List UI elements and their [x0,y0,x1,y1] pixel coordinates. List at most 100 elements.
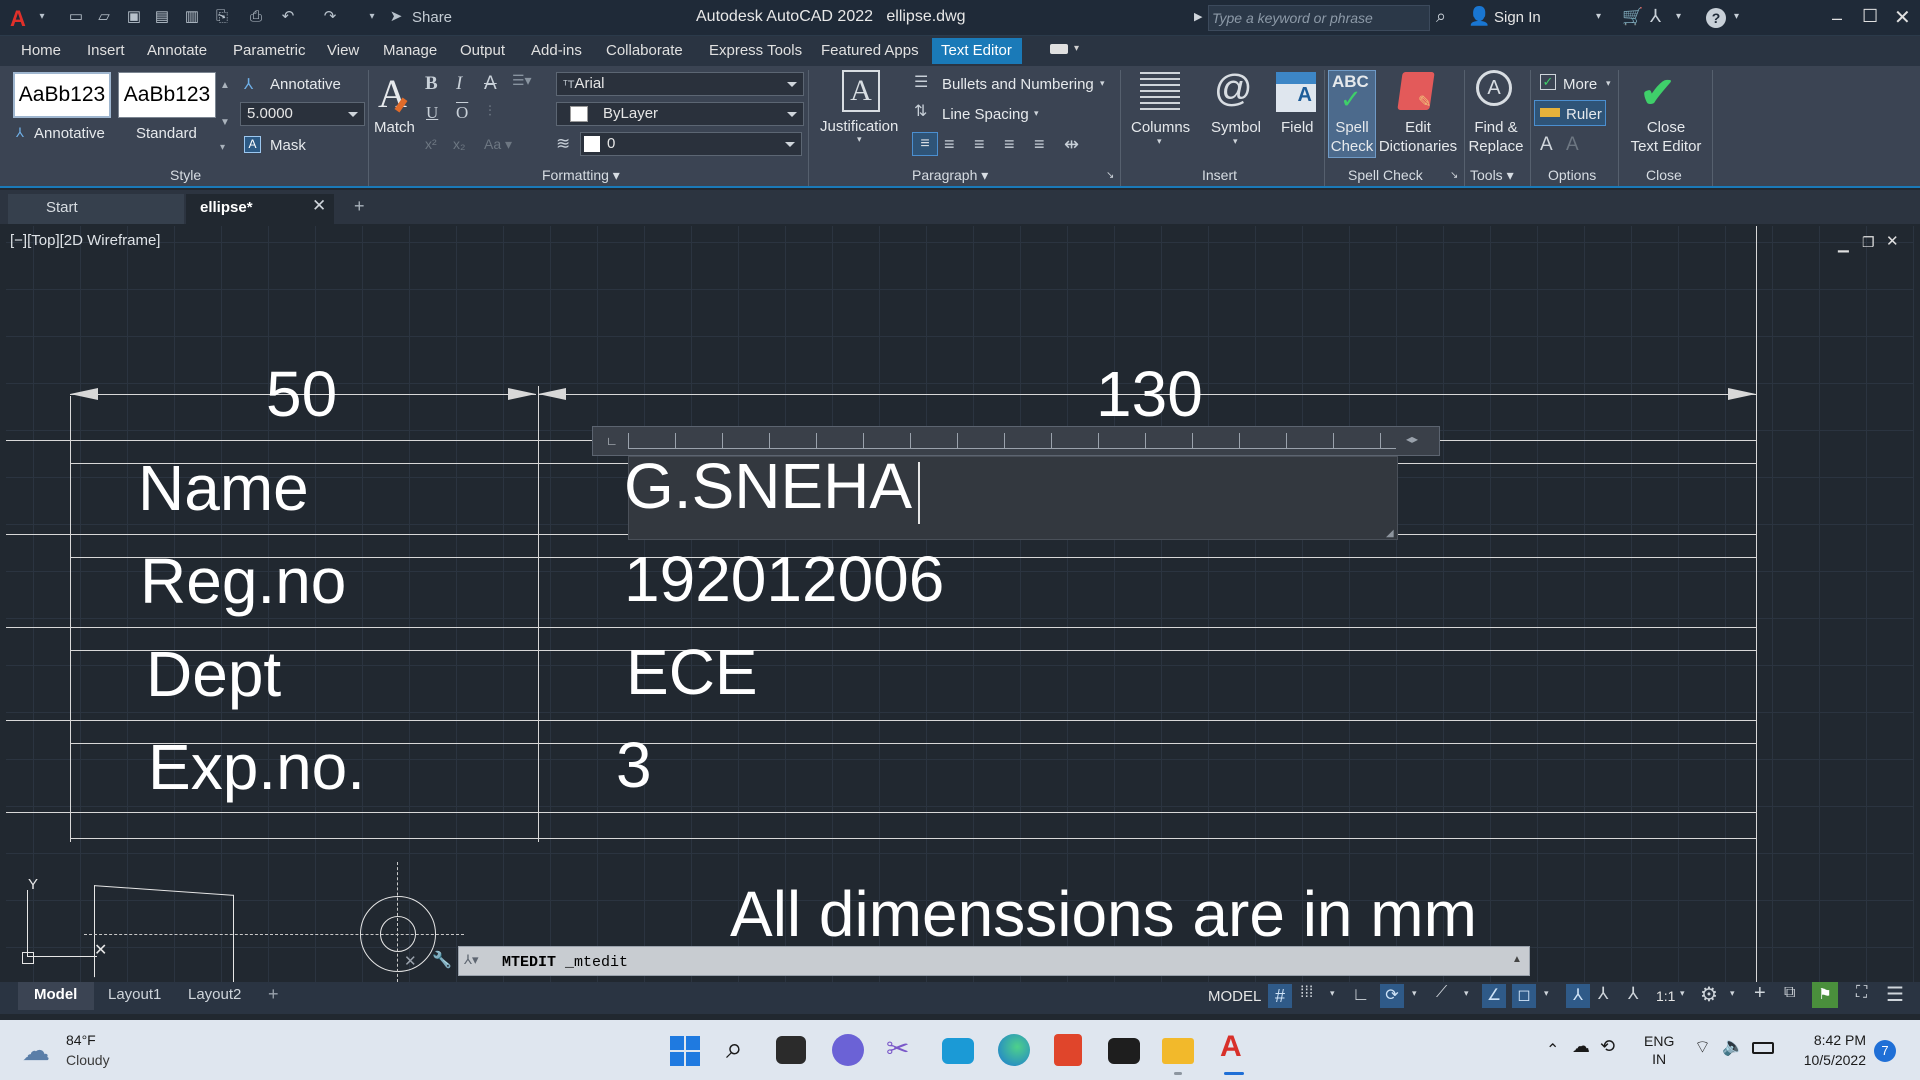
formatting-panel-title[interactable]: Formatting ▾ [542,167,620,184]
help-chevron-icon[interactable]: ▾ [1734,11,1739,22]
line-spacing-chevron-icon[interactable]: ▾ [1034,108,1039,119]
match-properties-icon[interactable]: A [378,70,407,117]
new-layout-icon[interactable]: + [268,984,279,1005]
tab-insert[interactable]: Insert [87,42,125,59]
app-menu-chevron-icon[interactable]: ▾ [32,8,52,26]
superscript-icon[interactable]: x² [425,136,437,152]
maximize-icon[interactable]: ☐ [1862,6,1878,27]
search-chevron-icon[interactable]: ▶ [1194,10,1202,23]
italic-icon[interactable]: I [456,73,462,95]
sign-in-link[interactable]: Sign In [1494,9,1541,26]
field-icon[interactable]: A [1276,72,1316,112]
viewport-controls[interactable]: [−][Top][2D Wireframe] [10,232,160,249]
text-color-combo[interactable]: ByLayer [556,102,804,126]
tab-view[interactable]: View [327,42,359,59]
align-center-icon[interactable]: ≡ [974,134,985,155]
tab-output[interactable]: Output [460,42,505,59]
file-tab-ellipse[interactable]: ellipse* [200,199,253,216]
bold-icon[interactable]: B [425,73,438,95]
autocad-taskbar-icon[interactable]: A [1220,1030,1242,1064]
workspace-gear-icon[interactable]: ⚙ [1700,982,1718,1007]
cart-icon[interactable]: 🛒 [1622,7,1643,27]
tab-annotate[interactable]: Annotate [147,42,207,59]
justify-icon[interactable]: ≡ [1034,134,1045,155]
units-icon[interactable]: ⧉ [1784,984,1795,1002]
style-gallery-scroll-up-icon[interactable]: ▲ [220,80,230,91]
more-button[interactable]: More [1563,76,1597,93]
bullets-chevron-icon[interactable]: ▾ [1100,78,1105,89]
row-label-exp-no[interactable]: Exp.no. [148,735,365,799]
polar-icon[interactable]: ⟳ [1380,984,1404,1008]
clean-screen-icon[interactable]: ⛶ [1856,984,1867,1002]
weather-condition[interactable]: Cloudy [66,1052,110,1068]
new-tab-icon[interactable]: + [354,196,365,217]
ribbon-minimize-chevron-icon[interactable]: ▾ [1074,43,1079,54]
cloud-open-icon[interactable]: ⎘ [212,8,232,26]
tab-collaborate[interactable]: Collaborate [606,42,683,59]
new-icon[interactable]: ▭ [66,8,86,26]
strikethrough-icon[interactable]: A [484,73,497,95]
battery-icon[interactable] [1752,1042,1774,1054]
tab-add-ins[interactable]: Add-ins [531,42,582,59]
close-tab-icon[interactable]: ✕ [312,196,326,216]
file-tab-start-bg[interactable] [8,194,184,224]
isodraft-chevron-icon[interactable]: ▾ [1464,988,1469,999]
office-icon[interactable] [1054,1034,1082,1066]
text-case-icon[interactable]: ☰▾ [512,72,532,89]
field-button[interactable]: Field [1281,118,1314,137]
annotation-monitor-icon[interactable]: + [1754,982,1766,1005]
notification-badge[interactable]: 7 [1874,1040,1896,1062]
bullets-icon[interactable]: ☰ [914,72,928,92]
autocad-logo[interactable]: A [10,6,26,32]
isodraft-icon[interactable]: ⟋ [1436,984,1447,1002]
annotative-toggle-icon[interactable]: ⅄ [244,75,253,93]
bullets-numbering-button[interactable]: Bullets and Numbering [942,76,1094,93]
user-icon[interactable]: 👤 [1468,6,1490,27]
a360-chevron-icon[interactable]: ▾ [1676,11,1681,22]
align-default-icon[interactable]: ≡ [912,132,938,156]
command-close-icon[interactable]: ✕ [404,952,417,970]
open-icon[interactable]: ▱ [94,8,114,26]
row-label-reg-no[interactable]: Reg.no [140,549,346,613]
style-gallery-scroll-down-icon[interactable]: ▼ [220,117,230,128]
oblique-angle-combo[interactable]: 0 [580,132,802,156]
close-text-editor-icon[interactable]: ✔ [1640,68,1675,117]
viewport-restore-icon[interactable]: ❐ [1862,234,1875,251]
viewport-close-icon[interactable]: ✕ [1886,232,1899,250]
tab-manage[interactable]: Manage [383,42,437,59]
dimension-text-right[interactable]: 130 [1096,362,1203,426]
desktop-app-icon[interactable] [942,1038,974,1064]
taskbar-search-icon[interactable]: ⌕ [726,1032,743,1066]
model-space-toggle[interactable]: MODEL [1208,988,1261,1005]
align-right-icon[interactable]: ≡ [1004,134,1015,155]
minimize-icon[interactable]: – [1832,8,1842,29]
web-save-icon[interactable]: ▥ [182,8,202,26]
find-replace-button[interactable]: Find & Replace [1468,118,1524,156]
file-explorer-icon[interactable] [1162,1038,1194,1064]
paragraph-panel-title[interactable]: Paragraph ▾ [912,167,988,184]
teams-chat-icon[interactable] [832,1034,864,1066]
tools-panel-title[interactable]: Tools ▾ [1470,167,1514,184]
align-left-icon[interactable]: ≡ [944,134,955,155]
customization-menu-icon[interactable]: ☰ [1886,982,1904,1007]
wifi-icon[interactable]: ⌔ [1694,1036,1711,1059]
tab-home[interactable]: Home [21,42,61,59]
customize-qat-icon[interactable]: ▾ [362,8,382,26]
close-window-icon[interactable]: ✕ [1894,5,1911,30]
find-replace-icon[interactable]: A [1476,70,1512,106]
line-spacing-button[interactable]: Line Spacing [942,106,1029,123]
snap-icon[interactable]: ⁞⁞⁞ [1300,984,1313,1002]
object-snap-chevron-icon[interactable]: ▾ [1544,988,1549,999]
workspace-chevron-icon[interactable]: ▾ [1730,988,1735,999]
search-input[interactable]: Type a keyword or phrase [1212,10,1373,26]
grid-icon[interactable]: # [1268,984,1292,1008]
snipping-tool-icon[interactable]: ✂ [886,1032,909,1065]
ruler-tab-icon[interactable]: ∟ [606,434,618,448]
mask-button[interactable]: Mask [270,137,306,154]
quick-properties-icon[interactable]: ⚑ [1812,982,1838,1008]
tab-text-editor[interactable]: Text Editor [941,42,1012,59]
annotative-toggle[interactable]: Annotative [270,76,341,93]
layout-tab-model[interactable]: Model [34,986,77,1003]
weather-cloud-icon[interactable]: ☁ [22,1034,50,1067]
help-icon[interactable]: ? [1706,8,1726,28]
